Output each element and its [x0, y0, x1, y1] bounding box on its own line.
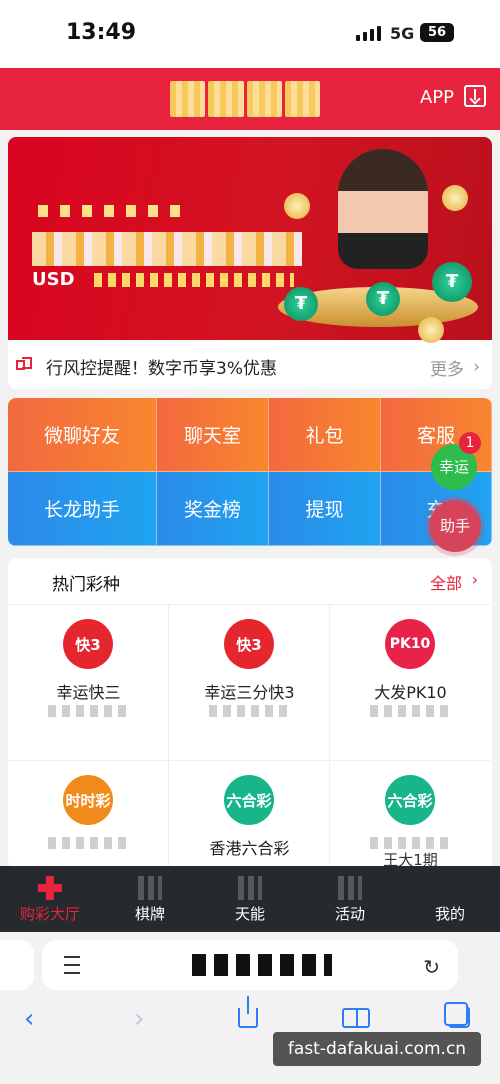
- lottery-name-blurred: [48, 837, 128, 849]
- tianneng-icon: [238, 876, 262, 900]
- tab-mine[interactable]: 我的: [400, 866, 500, 932]
- watermark: fast-dafakuai.com.cn: [273, 1032, 481, 1066]
- url-text: [192, 954, 332, 976]
- grid-item-chat-friends[interactable]: 微聊好友: [8, 398, 157, 472]
- promo-banner[interactable]: USD ₮ ₮ ₮: [8, 137, 492, 343]
- tab-activity[interactable]: 活动: [300, 866, 400, 932]
- status-time: 13:49: [66, 20, 137, 45]
- reload-icon[interactable]: ↻: [423, 955, 440, 979]
- pk10-icon: PK10: [385, 619, 435, 669]
- tab-label: 棋牌: [134, 905, 165, 923]
- tether-coin-icon: ₮: [366, 282, 400, 316]
- app-download-label[interactable]: APP: [420, 87, 454, 108]
- grid-item-chat-room[interactable]: 聊天室: [157, 398, 269, 472]
- banner-card: USD ₮ ₮ ₮ 行风控提醒！数字币享3%优惠 更多 ›: [8, 137, 492, 389]
- tab-label: 购彩大厅: [19, 905, 80, 923]
- banner-usd-label: USD: [32, 269, 75, 290]
- liuhecai-icon: 六合彩: [224, 775, 274, 825]
- gold-coin-icon: [284, 193, 310, 219]
- lottery-period: [209, 705, 289, 717]
- tether-coin-icon: ₮: [284, 287, 318, 321]
- reader-mode-icon[interactable]: [64, 956, 80, 974]
- lottery-item[interactable]: 六合彩 王大1期: [330, 760, 491, 868]
- bookmarks-icon[interactable]: [342, 1008, 370, 1028]
- feature-grid: 微聊好友 聊天室 礼包 客服 长龙助手 奖金榜 提现 充: [8, 398, 492, 546]
- lottery-item[interactable]: 快3 幸运三分快3: [169, 604, 330, 760]
- notice-marquee[interactable]: 行风控提醒！数字币享3%优惠 更多 ›: [8, 340, 492, 389]
- previous-tab-peek[interactable]: [0, 940, 34, 990]
- notice-text: 行风控提醒！数字币享3%优惠: [46, 359, 277, 379]
- brand-logo[interactable]: [170, 78, 320, 120]
- section-title: 热门彩种: [52, 575, 120, 595]
- lottery-item[interactable]: 快3 幸运快三: [8, 604, 169, 760]
- chevron-right-icon[interactable]: ›: [472, 570, 478, 589]
- lottery-name-blurred: [370, 837, 450, 849]
- signal-icon: [356, 26, 381, 41]
- kuai3-icon: 快3: [63, 619, 113, 669]
- address-bar[interactable]: ↻: [42, 940, 458, 990]
- lottery-name: 幸运快三: [56, 683, 121, 702]
- banner-model-image: [338, 149, 428, 269]
- tabs-icon[interactable]: [444, 1002, 470, 1028]
- grid-item-long-dragon[interactable]: 长龙助手: [8, 472, 157, 546]
- app-header: APP: [0, 68, 500, 130]
- lottery-item[interactable]: PK10 大发PK10: [330, 604, 491, 760]
- banner-headline: [32, 232, 302, 266]
- tab-label: 活动: [334, 905, 365, 923]
- more-link[interactable]: 更多: [430, 355, 464, 380]
- banner-subtitle: [94, 273, 294, 287]
- lottery-period: [370, 705, 450, 717]
- status-bar: 13:49 5G 56: [0, 0, 500, 68]
- tab-label: 我的: [434, 905, 465, 923]
- lottery-name: 幸运三分快3: [204, 683, 295, 702]
- lottery-hall-icon: [38, 876, 62, 900]
- tether-coin-icon: ₮: [432, 262, 472, 302]
- tab-tianneng[interactable]: 天能: [200, 866, 300, 932]
- share-icon[interactable]: [238, 996, 258, 1028]
- grid-item-prize-ranking[interactable]: 奖金榜: [157, 472, 269, 546]
- forward-button[interactable]: ›: [134, 1004, 144, 1034]
- back-button[interactable]: ‹: [24, 1004, 34, 1034]
- chess-icon: [138, 876, 162, 900]
- lottery-period: [48, 705, 128, 717]
- grid-item-withdraw[interactable]: 提现: [269, 472, 381, 546]
- shishicai-icon: 时时彩: [63, 775, 113, 825]
- gold-coin-icon: [442, 185, 468, 211]
- lottery-item[interactable]: 时时彩: [8, 760, 169, 868]
- kuai3-icon: 快3: [224, 619, 274, 669]
- network-label: 5G: [390, 24, 415, 43]
- helper-float-button[interactable]: 助手: [429, 500, 481, 552]
- grid-item-gift[interactable]: 礼包: [269, 398, 381, 472]
- view-all-link[interactable]: 全部: [430, 570, 462, 594]
- speaker-icon: [16, 357, 32, 370]
- download-icon[interactable]: [464, 85, 486, 107]
- hot-lotteries: 热门彩种 全部 › 快3 幸运快三 快3 幸运三分快3 PK10 大发PK10 …: [8, 558, 492, 868]
- banner-tagline: [38, 205, 188, 217]
- tab-label: 天能: [234, 905, 265, 923]
- lottery-item[interactable]: 六合彩 香港六合彩: [169, 760, 330, 868]
- lottery-name: 大发PK10: [374, 683, 447, 702]
- tab-chess[interactable]: 棋牌: [100, 866, 200, 932]
- tab-lottery-hall[interactable]: 购彩大厅: [0, 866, 100, 932]
- liuhecai-icon: 六合彩: [385, 775, 435, 825]
- bottom-tab-bar: 购彩大厅 棋牌 天能 活动 我的: [0, 866, 500, 932]
- battery-icon: 56: [420, 23, 454, 42]
- chevron-right-icon[interactable]: ›: [473, 357, 480, 377]
- lottery-name: 香港六合彩: [209, 839, 290, 858]
- activity-icon: [338, 876, 362, 900]
- notification-badge: 1: [459, 432, 481, 454]
